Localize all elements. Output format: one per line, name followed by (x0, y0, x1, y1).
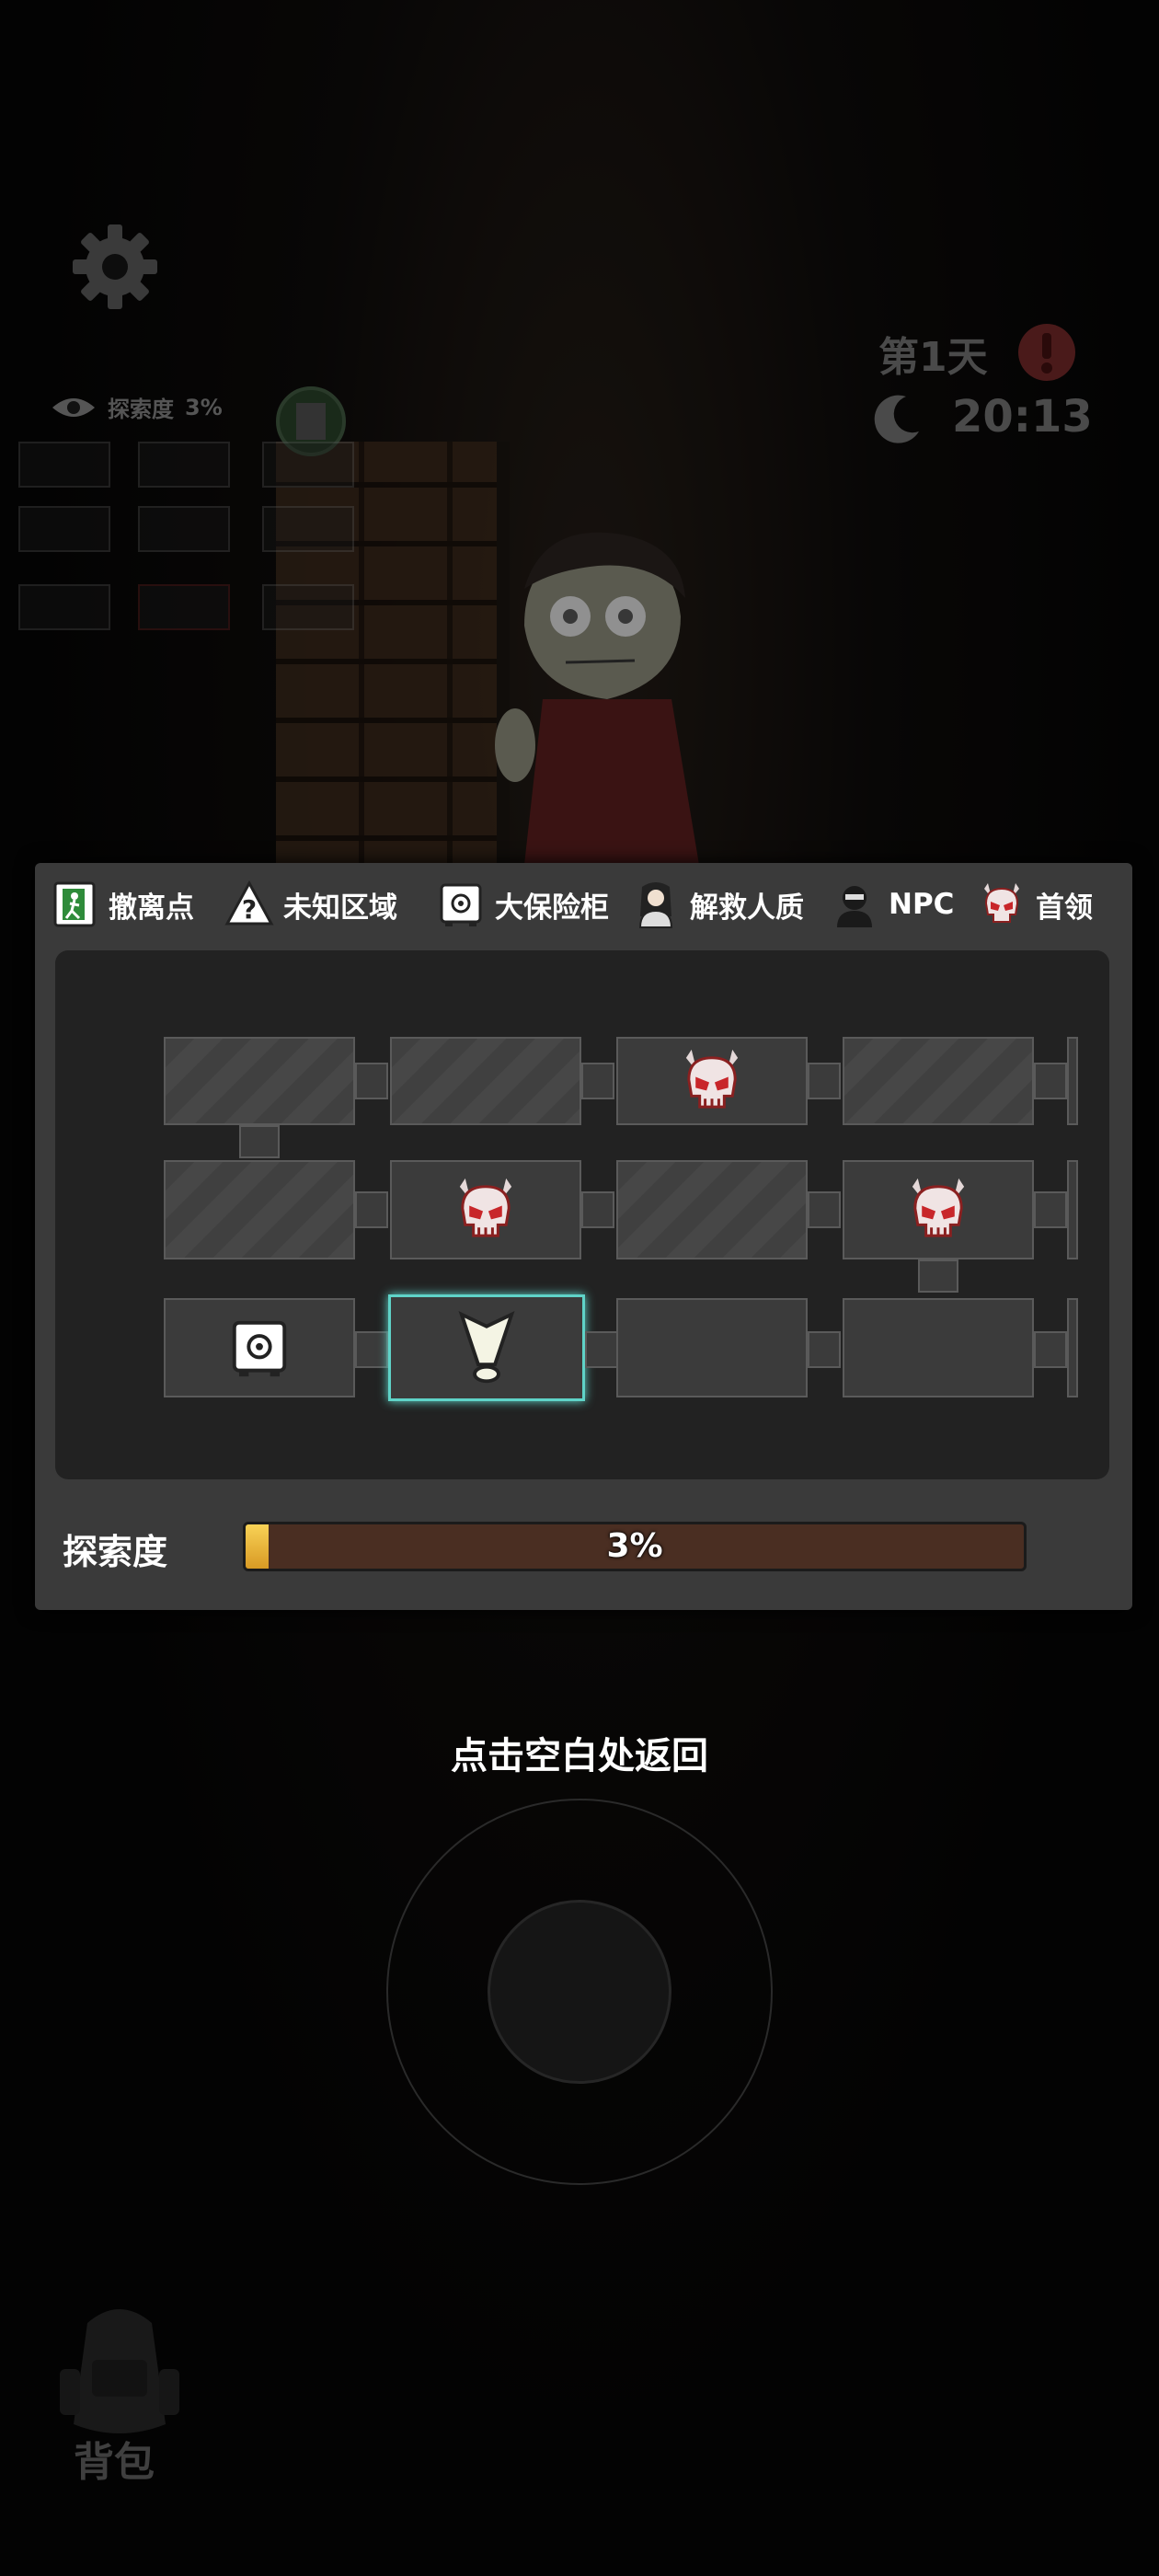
legend-label: 首领 (1036, 891, 1093, 925)
map-room-offscreen (1067, 1037, 1078, 1125)
mini-exploration-label: 探索度 (108, 397, 174, 422)
map-connector (1034, 1191, 1067, 1228)
exploration-progress-text: 3% (606, 1527, 663, 1565)
legend-label: 大保险柜 (495, 891, 609, 925)
map-room-boss[interactable] (616, 1037, 808, 1125)
background-minimap (18, 442, 368, 653)
map-room-safe[interactable] (164, 1298, 355, 1397)
joystick-knob[interactable] (488, 1900, 671, 2084)
mini-exploration-value: 3% (185, 394, 223, 420)
map-room-unknown[interactable] (843, 1037, 1034, 1125)
legend-label: 撤离点 (109, 891, 194, 925)
map-room-offscreen (1067, 1298, 1078, 1397)
map-connector (808, 1063, 841, 1099)
map-room-unknown[interactable] (616, 1160, 808, 1259)
map-connector (808, 1331, 841, 1368)
eye-icon (52, 397, 95, 417)
legend-npc: NPC (830, 880, 954, 929)
map-connector (239, 1125, 280, 1158)
map-room-empty[interactable] (616, 1298, 808, 1397)
legend-label: 解救人质 (690, 891, 804, 925)
map-connector (1034, 1331, 1067, 1368)
hostage-icon (638, 882, 673, 928)
map-connector (581, 1191, 614, 1228)
boss-skull-icon (459, 1178, 512, 1237)
mini-exploration-indicator: 探索度 3% (51, 391, 223, 423)
boss-skull-icon (912, 1178, 965, 1237)
map-connector (918, 1259, 958, 1293)
exploration-progress: 探索度 3% (63, 1522, 1111, 1577)
npc-icon (837, 886, 872, 927)
exploration-label: 探索度 (63, 1532, 168, 1572)
map-connector (1034, 1063, 1067, 1099)
map-room-unknown[interactable] (390, 1037, 581, 1125)
map-connector (581, 1063, 614, 1099)
map-room-current[interactable] (388, 1294, 585, 1401)
boss-skull-icon (685, 1049, 739, 1109)
safe-icon (232, 1320, 287, 1377)
tap-to-return-hint: 点击空白处返回 (451, 1735, 708, 1777)
map-connector (355, 1063, 388, 1099)
svg-text:?: ? (242, 894, 257, 925)
map-connector (355, 1191, 388, 1228)
legend-hostage: 解救人质 (631, 880, 804, 929)
safe-icon (440, 883, 482, 926)
backpack-label[interactable]: 背包 (74, 2429, 155, 2488)
legend-boss: 首领 (977, 880, 1093, 929)
legend-label: NPC (889, 888, 955, 921)
day-counter: 第1天 (878, 334, 988, 381)
exploration-progress-bar: 3% (243, 1522, 1027, 1571)
exit-icon (53, 881, 96, 927)
map-legend: 撤离点 ? 未知区域 大保险柜 解救人质 NPC 首领 (35, 863, 1132, 938)
map-connector (808, 1191, 841, 1228)
backpack-icon[interactable] (51, 2295, 189, 2443)
legend-safe: 大保险柜 (436, 880, 609, 929)
moon-icon (874, 395, 919, 443)
map-room-empty[interactable] (843, 1298, 1034, 1397)
map-room-boss[interactable] (390, 1160, 581, 1259)
map-room-unknown[interactable] (164, 1037, 355, 1125)
alert-icon[interactable] (1016, 322, 1077, 383)
legend-exit: 撤离点 (50, 880, 194, 929)
legend-unknown: ? 未知区域 (224, 880, 397, 929)
map-room-offscreen (1067, 1160, 1078, 1259)
game-clock: 20:13 (952, 391, 1093, 443)
map-connector (585, 1331, 618, 1368)
map-room-boss[interactable] (843, 1160, 1034, 1259)
settings-gear-icon[interactable] (69, 221, 161, 313)
boss-skull-icon (984, 883, 1019, 923)
dungeon-map (55, 950, 1109, 1479)
unknown-area-icon: ? (224, 880, 274, 926)
map-panel: 撤离点 ? 未知区域 大保险柜 解救人质 NPC 首领 探索度 3% (35, 863, 1132, 1610)
player-location-marker-icon (458, 1310, 515, 1384)
map-room-unknown[interactable] (164, 1160, 355, 1259)
map-connector (355, 1331, 388, 1368)
legend-label: 未知区域 (283, 891, 397, 925)
